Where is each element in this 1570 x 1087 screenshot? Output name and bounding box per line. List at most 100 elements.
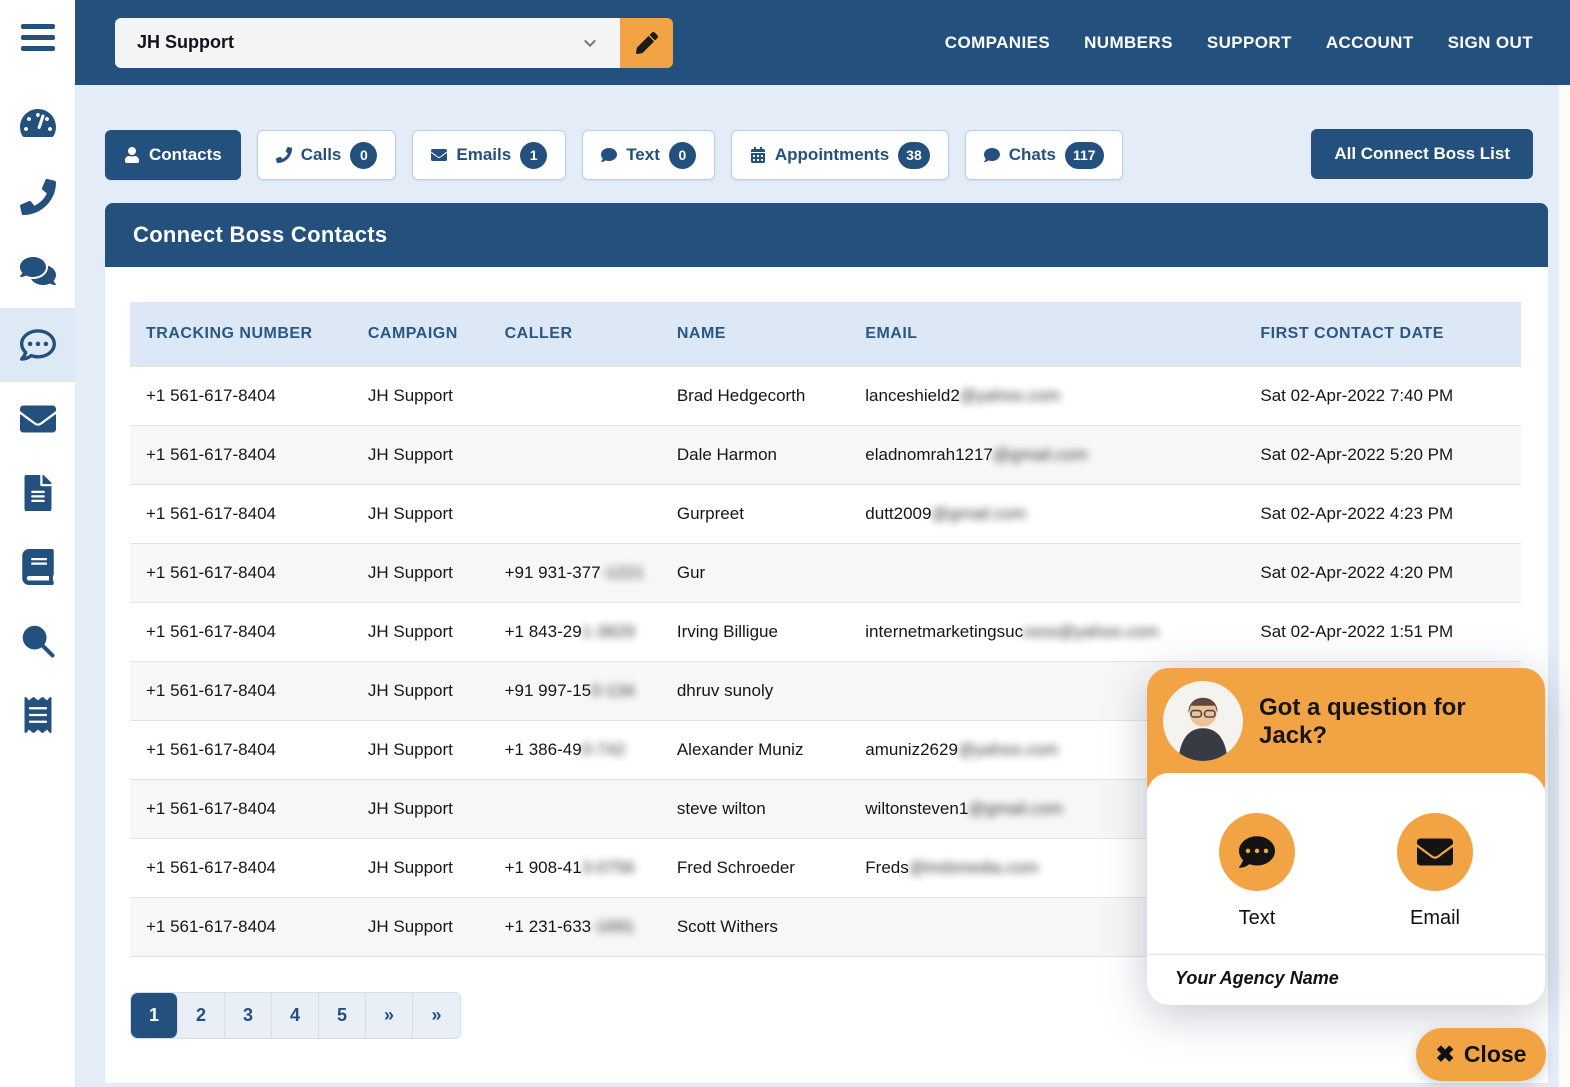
tab-label: Text	[626, 145, 660, 165]
chat-widget-body: Text Email Your Agency Name	[1147, 773, 1545, 1005]
company-selector[interactable]: JH Support	[115, 18, 620, 68]
sidebar-item-book[interactable]	[0, 530, 75, 604]
sidebar-item-email[interactable]	[0, 382, 75, 456]
redacted-text: @gmail.com	[993, 445, 1088, 464]
page-next-button[interactable]: »	[366, 993, 413, 1038]
sidebar-item-calls[interactable]	[0, 160, 75, 234]
email-action-label: Email	[1410, 907, 1460, 930]
cell-name: Fred Schroeder	[661, 838, 849, 897]
cell-campaign: JH Support	[352, 897, 489, 956]
table-row[interactable]: +1 561-617-8404 JH Support Dale Harmon e…	[130, 425, 1521, 484]
edit-company-button[interactable]	[620, 18, 673, 68]
nav-link-numbers[interactable]: NUMBERS	[1084, 33, 1173, 53]
close-label: Close	[1464, 1041, 1527, 1068]
calendar-icon	[750, 147, 766, 163]
tab-emails[interactable]: Emails 1	[412, 130, 566, 180]
sidebar-item-billing[interactable]	[0, 678, 75, 752]
cell-tracking-number: +1 561-617-8404	[130, 720, 352, 779]
redacted-text: @yahoo.com	[958, 740, 1058, 759]
scrollbar[interactable]	[1559, 85, 1570, 1087]
sidebar-item-keyword-search[interactable]: w	[0, 604, 75, 678]
cell-first-contact-date: Sat 02-Apr-2022 7:40 PM	[1244, 366, 1521, 425]
pagination: 1 2 3 4 5 » »	[130, 992, 461, 1039]
cell-tracking-number: +1 561-617-8404	[130, 543, 352, 602]
panel-title: Connect Boss Contacts	[105, 203, 1548, 267]
nav-link-companies[interactable]: COMPANIES	[945, 33, 1050, 53]
nav-link-account[interactable]: ACCOUNT	[1326, 33, 1414, 53]
page-button-1[interactable]: 1	[131, 993, 178, 1038]
tab-chats[interactable]: Chats 117	[965, 130, 1123, 180]
phone-icon	[276, 147, 292, 163]
dashboard-icon	[20, 105, 56, 141]
redacted-text: @trebmedia.com	[909, 858, 1039, 877]
agent-avatar-image	[1163, 681, 1243, 761]
cell-campaign: JH Support	[352, 425, 489, 484]
comment-icon	[984, 147, 1000, 163]
tab-contacts[interactable]: Contacts	[105, 130, 241, 180]
cell-name: dhruv sunoly	[661, 661, 849, 720]
cell-caller: +1 908-413-0756	[489, 838, 661, 897]
avatar	[1163, 681, 1243, 761]
cell-name: Gur	[661, 543, 849, 602]
cell-email: lanceshield2@yahoo.com	[849, 366, 1244, 425]
svg-text:w: w	[29, 632, 39, 644]
chat-close-button[interactable]: ✖ Close	[1416, 1028, 1546, 1081]
page-button-5[interactable]: 5	[319, 993, 366, 1038]
menu-toggle-button[interactable]	[0, 0, 75, 86]
cell-name: Irving Billigue	[661, 602, 849, 661]
table-row[interactable]: +1 561-617-8404 JH Support Gurpreet dutt…	[130, 484, 1521, 543]
tab-label: Calls	[301, 145, 342, 165]
cell-tracking-number: +1 561-617-8404	[130, 661, 352, 720]
chevron-down-icon	[582, 35, 598, 51]
email-action-button[interactable]: Email	[1397, 813, 1473, 930]
agency-name: Your Agency Name	[1147, 954, 1545, 1005]
table-row[interactable]: +1 561-617-8404 JH Support +91 931-377-1…	[130, 543, 1521, 602]
cell-caller: +1 231-633-1691	[489, 897, 661, 956]
cell-email: dutt2009@gmail.com	[849, 484, 1244, 543]
cell-first-contact-date: Sat 02-Apr-2022 5:20 PM	[1244, 425, 1521, 484]
cell-first-contact-date: Sat 02-Apr-2022 4:20 PM	[1244, 543, 1521, 602]
tab-badge: 0	[350, 142, 377, 169]
text-action-button[interactable]: Text	[1219, 813, 1295, 930]
keyword-search-icon: w	[20, 623, 56, 659]
all-connect-boss-list-button[interactable]: All Connect Boss List	[1311, 129, 1533, 179]
cell-tracking-number: +1 561-617-8404	[130, 484, 352, 543]
cell-tracking-number: +1 561-617-8404	[130, 602, 352, 661]
cell-caller	[489, 484, 661, 543]
cell-caller	[489, 425, 661, 484]
column-first-contact-date: FIRST CONTACT DATE	[1244, 302, 1521, 366]
sidebar-item-chats[interactable]	[0, 234, 75, 308]
cell-tracking-number: +1 561-617-8404	[130, 897, 352, 956]
redacted-text: @gmail.com	[931, 504, 1026, 523]
cell-tracking-number: +1 561-617-8404	[130, 425, 352, 484]
page-last-button[interactable]: »	[413, 993, 460, 1038]
page-button-4[interactable]: 4	[272, 993, 319, 1038]
cell-email	[849, 543, 1244, 602]
redacted-text: 0-134	[591, 681, 634, 700]
sidebar-item-sms[interactable]	[0, 308, 75, 382]
tab-text[interactable]: Text 0	[582, 130, 715, 180]
table-row[interactable]: +1 561-617-8404 JH Support Brad Hedgecor…	[130, 366, 1521, 425]
tab-calls[interactable]: Calls 0	[257, 130, 397, 180]
user-icon	[124, 147, 140, 163]
redacted-text: @gmail.com	[968, 799, 1063, 818]
cell-name: Scott Withers	[661, 897, 849, 956]
sidebar-item-documents[interactable]	[0, 456, 75, 530]
cell-tracking-number: +1 561-617-8404	[130, 366, 352, 425]
envelope-icon	[431, 147, 447, 163]
sidebar-item-dashboard[interactable]	[0, 86, 75, 160]
sms-bubble-icon	[20, 327, 56, 363]
cell-campaign: JH Support	[352, 661, 489, 720]
cell-name: steve wilton	[661, 779, 849, 838]
nav-link-support[interactable]: SUPPORT	[1207, 33, 1292, 53]
cell-campaign: JH Support	[352, 484, 489, 543]
redacted-text: @yahoo.com	[960, 386, 1060, 405]
table-header-row: TRACKING NUMBER CAMPAIGN CALLER NAME EMA…	[130, 302, 1521, 366]
tab-appointments[interactable]: Appointments 38	[731, 130, 949, 180]
table-row[interactable]: +1 561-617-8404 JH Support +1 843-291-38…	[130, 602, 1521, 661]
receipt-icon	[20, 697, 56, 733]
page-button-3[interactable]: 3	[225, 993, 272, 1038]
nav-link-signout[interactable]: SIGN OUT	[1448, 33, 1533, 53]
top-navbar: JH Support COMPANIES NUMBERS SUPPORT ACC…	[75, 0, 1570, 85]
page-button-2[interactable]: 2	[178, 993, 225, 1038]
